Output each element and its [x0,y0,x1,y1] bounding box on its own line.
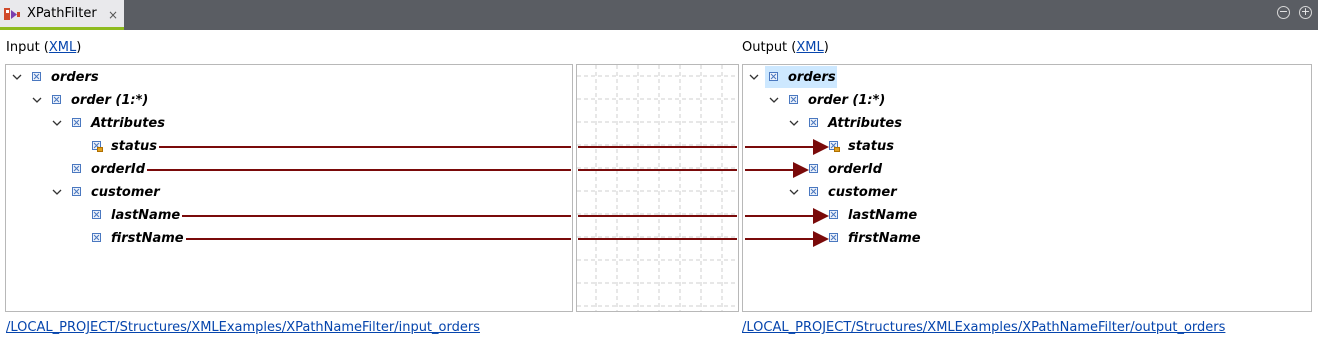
element-node-icon [809,118,818,127]
chevron-down-icon[interactable] [789,118,799,128]
input-panel-label: Input (XML) [6,40,81,55]
tab-title: XPathFilter [27,6,97,21]
element-node-icon [829,210,838,219]
input-tree-node-status[interactable]: status [111,137,157,157]
chevron-down-icon[interactable] [789,187,799,197]
output-tree-node-attributes[interactable]: Attributes [828,114,902,134]
input-tree-node-firstname[interactable]: firstName [111,229,184,249]
attribute-badge-icon [97,147,103,152]
editor-tab-bar: XPathFilter × − + [0,0,1318,30]
maximize-icon[interactable]: + [1299,6,1312,19]
output-tree-node-firstname[interactable]: firstName [848,229,921,249]
input-tree-node-attributes[interactable]: Attributes [91,114,165,134]
minimize-icon[interactable]: − [1277,6,1290,19]
close-icon[interactable]: × [108,8,118,22]
element-node-icon [92,233,101,242]
element-node-icon [829,233,838,242]
input-structure-path-link[interactable]: /LOCAL_PROJECT/Structures/XMLExamples/XP… [6,320,480,335]
chevron-down-icon[interactable] [769,95,779,105]
output-xml-link[interactable]: XML [796,40,823,55]
input-tree-node-order-1[interactable]: order (1:*) [71,91,148,111]
input-tree-node-orderid[interactable]: orderId [91,160,145,180]
tab-xpathfilter[interactable]: XPathFilter × [0,0,124,30]
input-tree-node-orders[interactable]: orders [51,68,99,88]
output-tree-node-order-1[interactable]: order (1:*) [808,91,885,111]
element-node-icon [789,95,798,104]
output-label-prefix: Output ( [742,40,797,55]
chevron-down-icon[interactable] [12,72,22,82]
input-label-prefix: Input ( [6,40,49,55]
input-xml-link[interactable]: XML [49,40,76,55]
chevron-down-icon[interactable] [32,95,42,105]
attribute-badge-icon [834,147,840,152]
chevron-down-icon[interactable] [52,118,62,128]
output-tree-node-lastname[interactable]: lastName [848,206,917,226]
output-tree-node-orders[interactable]: orders [788,68,836,88]
output-tree-node-orderid[interactable]: orderId [828,160,882,180]
element-node-icon [72,164,81,173]
chevron-down-icon[interactable] [52,187,62,197]
input-tree-node-lastname[interactable]: lastName [111,206,180,226]
element-node-icon [809,187,818,196]
element-node-icon [72,118,81,127]
input-tree-node-customer[interactable]: customer [91,183,160,203]
element-node-icon [52,95,61,104]
output-tree-node-status[interactable]: status [848,137,894,157]
mapping-area[interactable] [576,64,739,312]
output-structure-path-link[interactable]: /LOCAL_PROJECT/Structures/XMLExamples/XP… [742,320,1225,335]
output-panel-label: Output (XML) [742,40,829,55]
chevron-down-icon[interactable] [749,72,759,82]
element-node-icon [32,72,41,81]
element-node-icon [72,187,81,196]
output-tree-node-customer[interactable]: customer [828,183,897,203]
xpath-filter-icon [4,7,20,22]
element-node-icon [92,210,101,219]
element-node-icon [769,72,778,81]
input-label-suffix: ) [76,40,82,55]
input-tree[interactable]: orders order (1:*) Attributes status orderId… [5,64,573,312]
mapping-grid [577,65,738,311]
output-label-suffix: ) [823,40,829,55]
element-node-icon [809,164,818,173]
output-tree[interactable]: orders order (1:*) Attributes status orderId… [742,64,1312,312]
